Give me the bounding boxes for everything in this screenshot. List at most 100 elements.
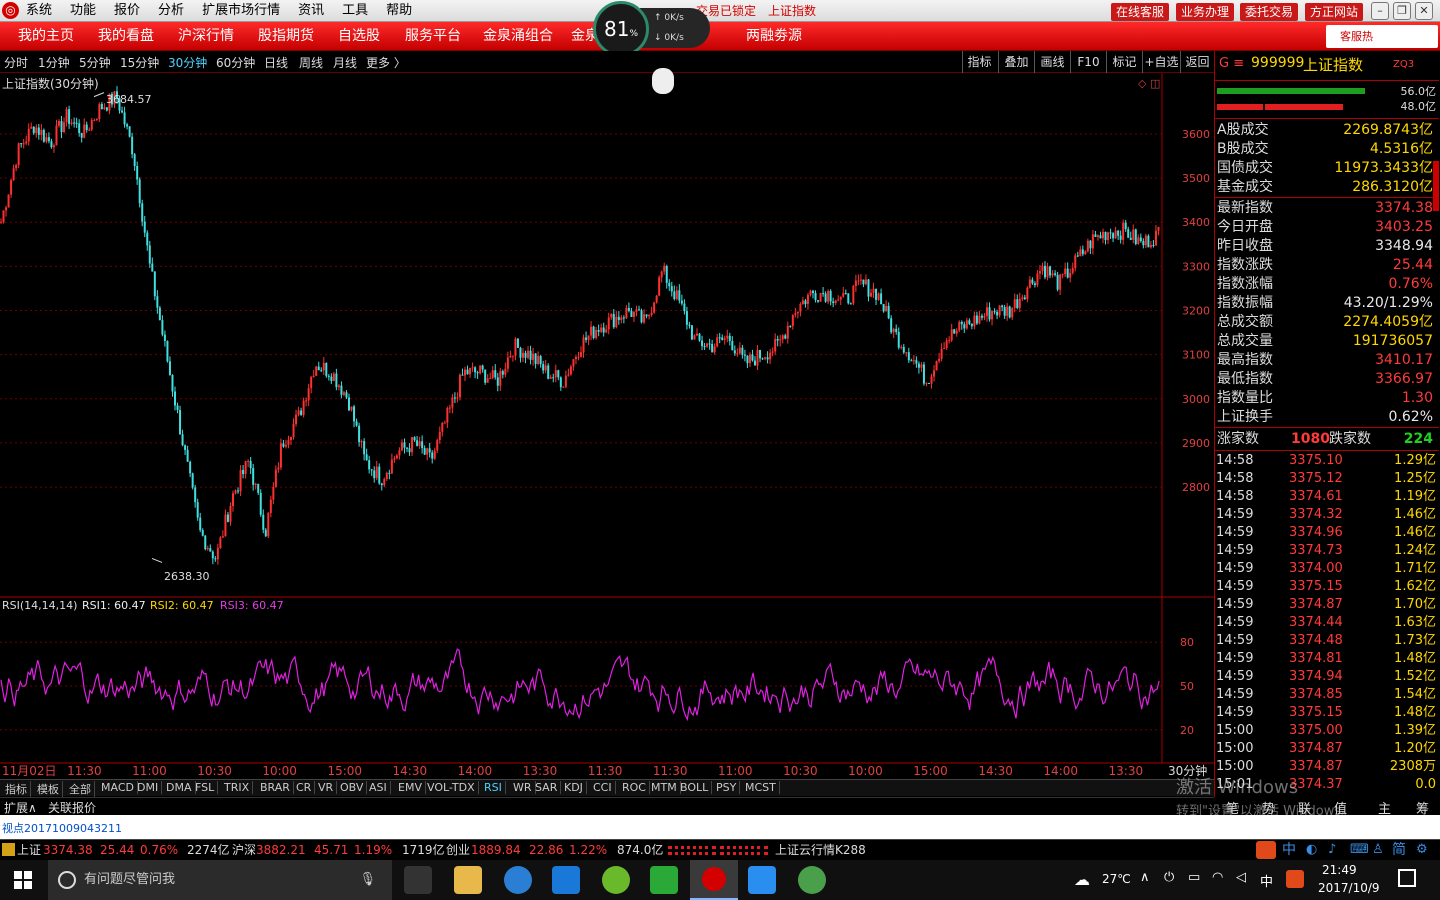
nav-portfolio[interactable]: 金泉涌组合	[483, 22, 553, 51]
business-button[interactable]: 业务办理	[1176, 3, 1235, 21]
taskbar-search-box[interactable]: 有问题尽管问我 🎙	[48, 860, 392, 900]
nav-service[interactable]: 服务平台	[405, 22, 461, 51]
ime-user-icon[interactable]: ♙	[1372, 840, 1384, 860]
nav-market[interactable]: 沪深行情	[178, 22, 234, 51]
expand-button[interactable]: 扩展∧	[4, 799, 37, 816]
indicator-tab-kdj[interactable]: KDJ	[561, 781, 587, 794]
period-day[interactable]: 日线	[264, 54, 288, 71]
minimize-icon[interactable]: –	[1371, 2, 1389, 20]
indicator-tab-vol-tdx[interactable]: VOL-TDX	[424, 781, 479, 794]
toolbar-add-watch[interactable]: +自选	[1142, 51, 1180, 73]
ime-logo-icon[interactable]	[1256, 841, 1276, 859]
indicator-tab-mtm[interactable]: MTM	[648, 781, 681, 794]
indicator-tab-emv[interactable]: EMV	[395, 781, 426, 794]
indicator-tab-psy[interactable]: PSY	[713, 781, 741, 794]
indicator-tab-cci[interactable]: CCI	[590, 781, 616, 794]
period-timeshare[interactable]: 分时	[4, 54, 28, 71]
app-w-icon[interactable]	[748, 866, 776, 894]
menu-function[interactable]: 功能	[70, 0, 96, 22]
nav-my-board[interactable]: 我的看盘	[98, 22, 154, 51]
chart-area[interactable]: 2800 2900 3000 3100 3200 3300 3400 3500 3600 20 5…	[0, 73, 1214, 797]
ime-chinese[interactable]: 中	[1282, 840, 1296, 860]
period-month[interactable]: 月线	[333, 54, 357, 71]
menu-analysis[interactable]: 分析	[158, 0, 184, 22]
close-icon[interactable]: ✕	[1415, 2, 1433, 20]
indicator-tab-dma[interactable]: DMA	[163, 781, 196, 794]
indicator-tab-roc[interactable]: ROC	[619, 781, 650, 794]
toolbar-draw[interactable]: 画线	[1034, 51, 1070, 73]
indicator-tab-vr[interactable]: VR	[315, 781, 338, 794]
indicator-tab-模板[interactable]: 模板	[34, 781, 63, 797]
nav-futures[interactable]: 股指期货	[258, 22, 314, 51]
wifi-tray-icon[interactable]: ◠	[1212, 870, 1223, 885]
indicator-tab-指标[interactable]: 指标	[2, 781, 31, 797]
menu-news[interactable]: 资讯	[298, 0, 324, 22]
store-icon[interactable]	[404, 866, 432, 894]
windows-start-icon[interactable]	[14, 871, 32, 889]
online-service-button[interactable]: 在线客服	[1111, 3, 1170, 21]
menu-quote[interactable]: 报价	[114, 0, 140, 22]
indicator-tab-fsl[interactable]: FSL	[192, 781, 219, 794]
clock-time[interactable]: 21:49	[1322, 863, 1357, 877]
indicator-tab-brar[interactable]: BRAR	[257, 781, 294, 794]
trading-app-taskbar-item[interactable]	[690, 860, 738, 900]
indicator-tab-boll[interactable]: BOLL	[677, 781, 713, 794]
chart-options-icon[interactable]: ◇ ◫	[1138, 77, 1160, 90]
weather-icon[interactable]: ☁	[1074, 870, 1090, 889]
indicator-tab-sar[interactable]: SAR	[532, 781, 562, 794]
period-week[interactable]: 周线	[299, 54, 323, 71]
period-more[interactable]: 更多 〉	[366, 54, 406, 71]
app-globe-icon[interactable]	[798, 866, 826, 894]
mic-icon[interactable]: 🎙	[359, 860, 376, 900]
indicator-tab-全部[interactable]: 全部	[66, 781, 95, 797]
period-1min[interactable]: 1分钟	[38, 54, 70, 71]
period-5min[interactable]: 5分钟	[79, 54, 111, 71]
memory-gauge[interactable]: 81%	[593, 1, 649, 57]
toolbar-indicator[interactable]: 指标	[962, 51, 996, 73]
toolbar-mark[interactable]: 标记	[1106, 51, 1142, 73]
browser-icon[interactable]	[504, 866, 532, 894]
related-quote-button[interactable]: 关联报价	[48, 799, 96, 816]
volume-tray-icon[interactable]: ◁	[1236, 870, 1246, 885]
battery-tray-icon[interactable]: ▭	[1188, 870, 1200, 885]
quote-scrollbar[interactable]	[1433, 161, 1439, 211]
period-60min[interactable]: 60分钟	[216, 54, 255, 71]
period-15min[interactable]: 15分钟	[120, 54, 159, 71]
edge-icon[interactable]	[552, 866, 580, 894]
menu-help[interactable]: 帮助	[386, 0, 412, 22]
ime-punct-icon[interactable]: ◐	[1306, 840, 1317, 860]
restore-icon[interactable]: ❐	[1393, 2, 1411, 20]
toolbar-f10[interactable]: F10	[1070, 51, 1106, 73]
ime-indicator[interactable]: 中	[1260, 871, 1273, 890]
app-green-icon[interactable]	[602, 866, 630, 894]
indicator-tab-asi[interactable]: ASI	[366, 781, 391, 794]
indicator-tab-trix[interactable]: TRIX	[221, 781, 254, 794]
menu-system[interactable]: 系统	[26, 0, 52, 22]
ime-mic-icon[interactable]: ♪	[1328, 840, 1336, 860]
ime-keyboard-icon[interactable]: ⌨	[1350, 840, 1369, 860]
indicator-tab-macd[interactable]: MACD	[98, 781, 138, 794]
indicator-tab-obv[interactable]: OBV	[337, 781, 368, 794]
menu-ext-market[interactable]: 扩展市场行情	[202, 0, 280, 22]
toolbar-overlay[interactable]: 叠加	[998, 51, 1034, 73]
nav-watchlist[interactable]: 自选股	[338, 22, 380, 51]
indicator-tab-mcst[interactable]: MCST	[742, 781, 780, 794]
website-button[interactable]: 方正网站	[1305, 3, 1364, 21]
tray-chevron-icon[interactable]: ∧	[1140, 870, 1150, 885]
nav-margin[interactable]: 两融劵源	[746, 22, 802, 51]
ime-settings-icon[interactable]: ⚙	[1416, 840, 1428, 860]
viewpoint-link[interactable]: 视点20171009043211	[2, 820, 122, 836]
app-photo-icon[interactable]	[650, 866, 678, 894]
indicator-tab-dmi[interactable]: DMI	[134, 781, 163, 794]
kline-chart[interactable]: 2800 2900 3000 3100 3200 3300 3400 3500 3600 20 5…	[0, 73, 1214, 779]
period-30min[interactable]: 30分钟	[168, 54, 207, 71]
indicator-tab-rsi[interactable]: RSI	[481, 781, 506, 794]
nav-home[interactable]: 我的主页	[18, 22, 74, 51]
ime-tray-icon[interactable]	[1286, 870, 1304, 888]
file-explorer-icon[interactable]	[454, 866, 482, 894]
indicator-tab-cr[interactable]: CR	[293, 781, 316, 794]
menu-tools[interactable]: 工具	[342, 0, 368, 22]
ime-simplified[interactable]: 简	[1392, 840, 1406, 860]
trade-button[interactable]: 委托交易	[1240, 3, 1299, 21]
clock-date[interactable]: 2017/10/9	[1318, 881, 1380, 895]
